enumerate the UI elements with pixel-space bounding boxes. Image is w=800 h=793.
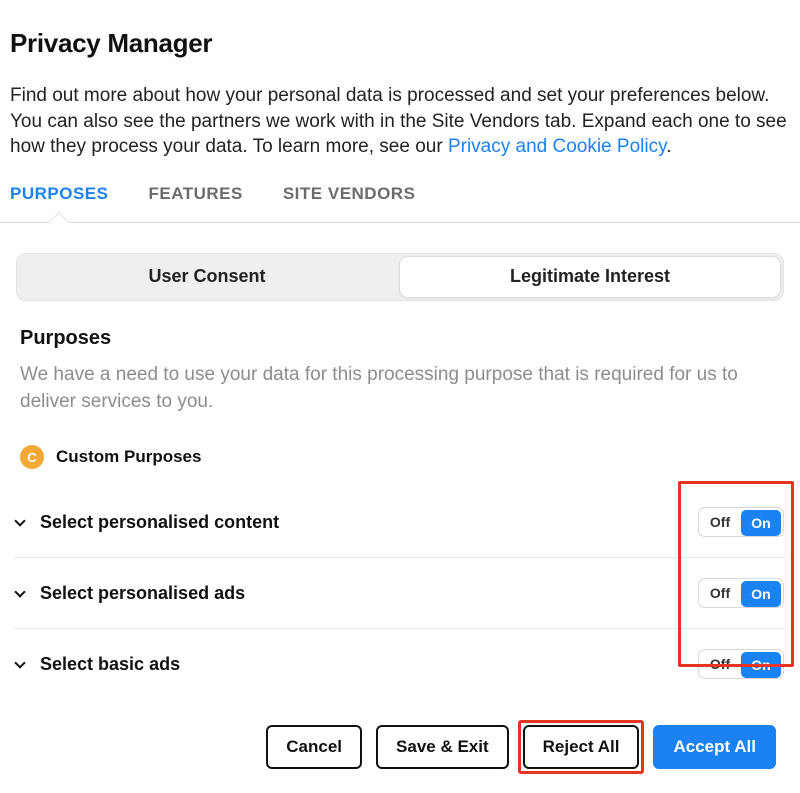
privacy-manager-dialog: Privacy Manager Find out more about how … [0, 0, 800, 793]
tabs: PURPOSES FEATURES SITE VENDORS [10, 184, 790, 222]
page-title: Privacy Manager [10, 28, 790, 59]
section-title: Purposes [20, 327, 780, 350]
cancel-button[interactable]: Cancel [266, 725, 362, 769]
expand-select-personalised-content[interactable]: Select personalised content [16, 512, 279, 533]
toggle-select-personalised-ads[interactable]: Off On [698, 578, 784, 608]
toggle-off-label: Off [699, 579, 741, 607]
custom-purposes-row[interactable]: C Custom Purposes [20, 439, 780, 487]
expand-select-personalised-ads[interactable]: Select personalised ads [16, 583, 245, 604]
section-description: We have a need to use your data for this… [20, 362, 780, 415]
toggle-off-label: Off [699, 650, 741, 678]
toggle-off-label: Off [699, 508, 741, 536]
reject-all-button[interactable]: Reject All [523, 725, 640, 769]
consent-mode-toggle: User Consent Legitimate Interest [16, 253, 784, 301]
expand-select-basic-ads[interactable]: Select basic ads [16, 654, 180, 675]
toggle-on-label: On [741, 581, 781, 607]
privacy-policy-link[interactable]: Privacy and Cookie Policy [448, 136, 666, 157]
purposes-list: Select personalised content Off On Selec… [10, 487, 790, 699]
custom-purposes-label: Custom Purposes [56, 447, 201, 467]
chevron-down-icon [14, 586, 25, 597]
intro-text: Find out more about how your personal da… [10, 83, 790, 160]
toggle-select-personalised-content[interactable]: Off On [698, 507, 784, 537]
purpose-label: Select personalised content [40, 512, 279, 533]
segment-legitimate-interest[interactable]: Legitimate Interest [399, 256, 781, 298]
list-item: Select basic ads Off On [14, 629, 786, 699]
purposes-section: Purposes We have a need to use your data… [10, 301, 790, 487]
accept-all-button[interactable]: Accept All [653, 725, 776, 769]
intro-after: . [666, 136, 671, 157]
toggle-on-label: On [741, 510, 781, 536]
purpose-label: Select basic ads [40, 654, 180, 675]
purpose-label: Select personalised ads [40, 583, 245, 604]
tab-features[interactable]: FEATURES [148, 184, 242, 222]
save-exit-button[interactable]: Save & Exit [376, 725, 509, 769]
toggle-on-label: On [741, 652, 781, 678]
chevron-down-icon [14, 657, 25, 668]
footer-actions: Cancel Save & Exit Reject All Accept All [10, 699, 790, 793]
custom-badge-icon: C [20, 445, 44, 469]
annotation-highlight-reject: Reject All [523, 725, 640, 769]
chevron-down-icon [14, 515, 25, 526]
tab-purposes[interactable]: PURPOSES [10, 184, 108, 222]
tab-site-vendors[interactable]: SITE VENDORS [283, 184, 416, 222]
segment-user-consent[interactable]: User Consent [17, 254, 397, 300]
toggle-select-basic-ads[interactable]: Off On [698, 649, 784, 679]
list-item: Select personalised content Off On [14, 487, 786, 558]
list-item: Select personalised ads Off On [14, 558, 786, 629]
